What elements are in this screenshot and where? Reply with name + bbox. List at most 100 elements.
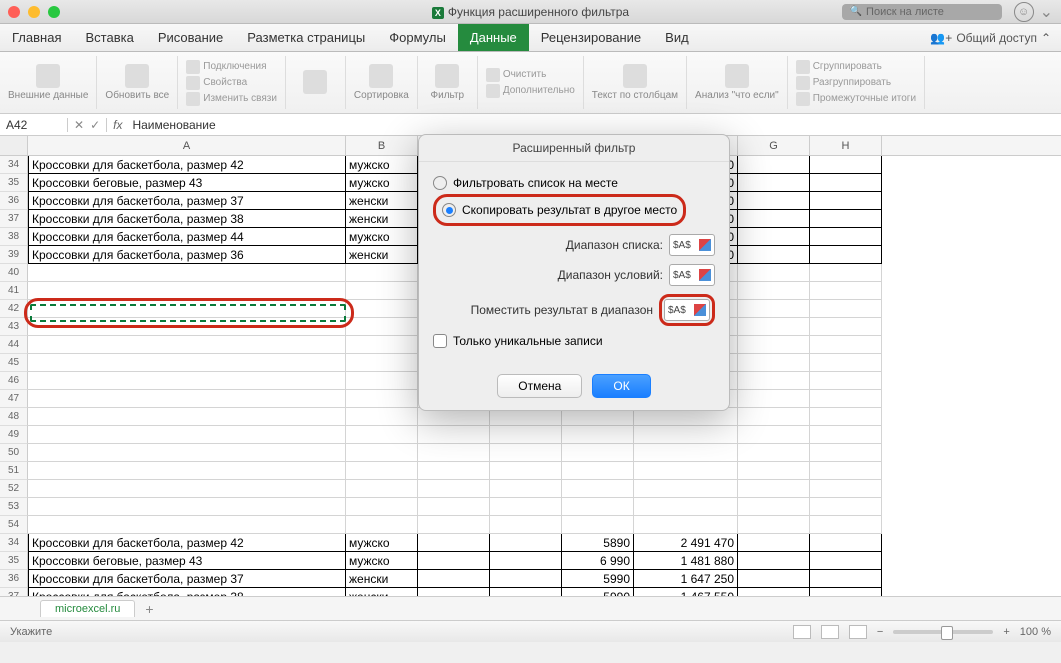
row-header[interactable]: 53 bbox=[0, 498, 28, 516]
cell[interactable] bbox=[346, 426, 418, 444]
cell[interactable] bbox=[810, 318, 882, 336]
cell[interactable] bbox=[810, 426, 882, 444]
cell[interactable] bbox=[418, 516, 490, 534]
external-data-button[interactable]: Внешние данные bbox=[0, 56, 97, 109]
cell[interactable] bbox=[810, 444, 882, 462]
cell[interactable] bbox=[738, 264, 810, 282]
cell[interactable]: 6 990 bbox=[562, 552, 634, 570]
cell[interactable] bbox=[738, 570, 810, 588]
row-header[interactable]: 48 bbox=[0, 408, 28, 426]
row-header[interactable]: 36 bbox=[0, 570, 28, 588]
cell[interactable] bbox=[346, 444, 418, 462]
text-to-columns-button[interactable]: Текст по столбцам bbox=[584, 56, 687, 109]
cell[interactable] bbox=[634, 516, 738, 534]
cell[interactable]: 1 647 250 bbox=[634, 570, 738, 588]
cell[interactable] bbox=[810, 354, 882, 372]
col-header-b[interactable]: B bbox=[346, 136, 418, 155]
cell[interactable] bbox=[28, 264, 346, 282]
cell[interactable]: женски bbox=[346, 570, 418, 588]
normal-view-button[interactable] bbox=[793, 625, 811, 639]
row-header[interactable]: 52 bbox=[0, 480, 28, 498]
row-header[interactable]: 54 bbox=[0, 516, 28, 534]
cell[interactable] bbox=[418, 552, 490, 570]
cell[interactable] bbox=[738, 246, 810, 264]
table-row[interactable]: 35Кроссовки беговые, размер 43мужско6 99… bbox=[0, 552, 1061, 570]
cell[interactable]: мужско bbox=[346, 534, 418, 552]
page-layout-view-button[interactable] bbox=[821, 625, 839, 639]
page-break-view-button[interactable] bbox=[849, 625, 867, 639]
add-sheet-button[interactable]: + bbox=[135, 601, 163, 617]
tab-review[interactable]: Рецензирование bbox=[529, 24, 653, 51]
cell[interactable] bbox=[810, 156, 882, 174]
cell[interactable] bbox=[810, 246, 882, 264]
edit-links-button[interactable]: Изменить связи bbox=[186, 92, 277, 106]
cell[interactable]: мужско bbox=[346, 228, 418, 246]
share-button[interactable]: 👥+Общий доступ ⌃ bbox=[920, 31, 1061, 45]
cell[interactable]: женски bbox=[346, 588, 418, 596]
search-input[interactable]: Поиск на листе bbox=[842, 4, 1002, 20]
cell[interactable] bbox=[810, 210, 882, 228]
cell[interactable] bbox=[490, 426, 562, 444]
row-header[interactable]: 50 bbox=[0, 444, 28, 462]
cell[interactable] bbox=[490, 498, 562, 516]
advanced-button[interactable]: Дополнительно bbox=[486, 84, 575, 98]
cell[interactable] bbox=[810, 462, 882, 480]
cell[interactable] bbox=[418, 588, 490, 596]
col-header-g[interactable]: G bbox=[738, 136, 810, 155]
cell[interactable]: Кроссовки для баскетбола, размер 42 bbox=[28, 534, 346, 552]
cell[interactable] bbox=[28, 498, 346, 516]
tab-formulas[interactable]: Формулы bbox=[377, 24, 458, 51]
cell[interactable] bbox=[28, 390, 346, 408]
cell[interactable]: Кроссовки для баскетбола, размер 37 bbox=[28, 192, 346, 210]
cell[interactable] bbox=[346, 318, 418, 336]
table-row[interactable]: 50 bbox=[0, 444, 1061, 462]
filter-button[interactable]: Фильтр bbox=[418, 56, 478, 109]
cell[interactable] bbox=[738, 228, 810, 246]
cell[interactable] bbox=[346, 498, 418, 516]
filter-in-place-option[interactable]: Фильтровать список на месте bbox=[433, 176, 715, 190]
cell[interactable]: 1 481 880 bbox=[634, 552, 738, 570]
cell[interactable] bbox=[810, 570, 882, 588]
chevron-down-icon[interactable]: ⌄ bbox=[1040, 2, 1053, 22]
cell[interactable] bbox=[28, 426, 346, 444]
cell[interactable] bbox=[738, 516, 810, 534]
zoom-icon[interactable] bbox=[48, 6, 60, 18]
cell[interactable] bbox=[28, 516, 346, 534]
sort-button[interactable]: Сортировка bbox=[346, 56, 418, 109]
cell[interactable] bbox=[634, 462, 738, 480]
cell[interactable] bbox=[810, 408, 882, 426]
cell[interactable] bbox=[490, 588, 562, 596]
cell[interactable] bbox=[562, 480, 634, 498]
cell[interactable]: женски bbox=[346, 246, 418, 264]
cell[interactable] bbox=[810, 534, 882, 552]
table-row[interactable]: 51 bbox=[0, 462, 1061, 480]
cell[interactable] bbox=[810, 516, 882, 534]
cell[interactable] bbox=[738, 552, 810, 570]
cell[interactable] bbox=[738, 462, 810, 480]
cell[interactable] bbox=[738, 300, 810, 318]
cell[interactable] bbox=[810, 282, 882, 300]
cell[interactable] bbox=[418, 444, 490, 462]
cell[interactable] bbox=[738, 192, 810, 210]
cell[interactable]: Кроссовки беговые, размер 43 bbox=[28, 174, 346, 192]
tab-insert[interactable]: Вставка bbox=[73, 24, 145, 51]
row-header[interactable]: 36 bbox=[0, 192, 28, 210]
subtotal-button[interactable]: Промежуточные итоги bbox=[796, 92, 916, 106]
tab-draw[interactable]: Рисование bbox=[146, 24, 235, 51]
enter-formula-icon[interactable]: ✓ bbox=[90, 118, 100, 132]
cell[interactable]: Кроссовки для баскетбола, размер 37 bbox=[28, 570, 346, 588]
refresh-button[interactable]: Обновить все bbox=[97, 56, 178, 109]
table-row[interactable]: 53 bbox=[0, 498, 1061, 516]
cell[interactable] bbox=[346, 300, 418, 318]
cell[interactable] bbox=[810, 390, 882, 408]
close-icon[interactable] bbox=[8, 6, 20, 18]
cell[interactable] bbox=[346, 336, 418, 354]
cell[interactable] bbox=[634, 498, 738, 516]
cell[interactable] bbox=[418, 570, 490, 588]
tab-home[interactable]: Главная bbox=[0, 24, 73, 51]
cell[interactable] bbox=[810, 336, 882, 354]
whatif-button[interactable]: Анализ "что если" bbox=[687, 56, 788, 109]
cancel-button[interactable]: Отмена bbox=[497, 374, 582, 398]
cell[interactable] bbox=[346, 390, 418, 408]
row-header[interactable]: 49 bbox=[0, 426, 28, 444]
